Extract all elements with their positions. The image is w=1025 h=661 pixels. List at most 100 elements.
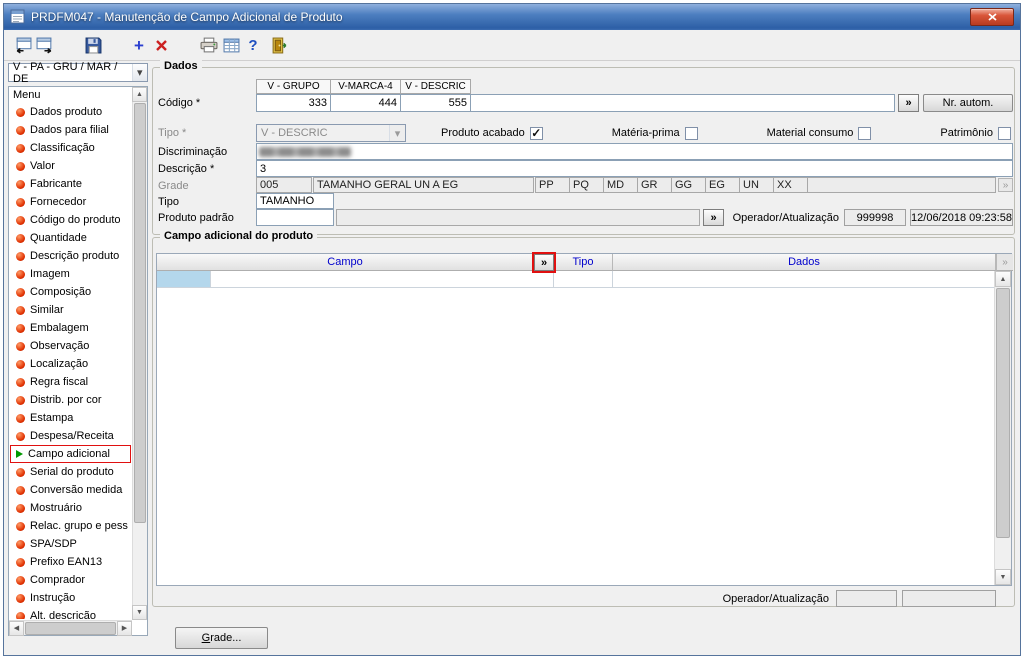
checkbox-unchecked[interactable] (684, 126, 698, 140)
menu-item-embalagem[interactable]: Embalagem (10, 319, 131, 337)
menu-item-serial-do-produto[interactable]: Serial do produto (10, 463, 131, 481)
menu-item-classificacao[interactable]: Classificação (10, 139, 131, 157)
menu-item-codigo-do-produto[interactable]: Código do produto (10, 211, 131, 229)
menu-item-despesa-receita[interactable]: Despesa/Receita (10, 427, 131, 445)
save-icon (85, 37, 101, 53)
menu-item-mostruario[interactable]: Mostruário (10, 499, 131, 517)
menu-scroll-thumb[interactable] (134, 103, 146, 523)
add-button[interactable]: + (128, 34, 150, 56)
tipo-combo-value: V - DESCRIC (261, 127, 328, 139)
menu-item-composicao[interactable]: Composição (10, 283, 131, 301)
menu-item-dados-para-filial[interactable]: Dados para filial (10, 121, 131, 139)
delete-button[interactable] (150, 34, 172, 56)
codigo-more-button[interactable]: » (898, 94, 919, 112)
menu-item-descricao-produto[interactable]: Descrição produto (10, 247, 131, 265)
checkbox-materia-prima[interactable]: Matéria-prima (612, 126, 698, 140)
menu-vertical-scrollbar[interactable]: ▲ ▼ (132, 87, 147, 620)
records-prev-button[interactable] (12, 34, 34, 56)
checkbox-produto-acabado[interactable]: Produto acabado ✓ (441, 126, 543, 140)
print-button[interactable] (198, 34, 220, 56)
scroll-up-icon[interactable]: ▲ (132, 87, 147, 102)
menu-item-prefixo-ean13[interactable]: Prefixo EAN13 (10, 553, 131, 571)
scroll-up-icon[interactable]: ▲ (995, 271, 1011, 287)
menu-item-label: Instrução (30, 592, 76, 604)
menu-item-label: Código do produto (30, 214, 121, 226)
menu-bullet-icon (16, 197, 25, 207)
grid-row[interactable] (157, 271, 1011, 288)
checkbox-label: Patrimônio (940, 127, 993, 139)
menu-item-fornecedor[interactable]: Fornecedor (10, 193, 131, 211)
grade-code-field: 005 (256, 177, 312, 193)
menu-item-fabricante[interactable]: Fabricante (10, 175, 131, 193)
codigo-descric-input[interactable]: 555 (400, 94, 471, 112)
campo-more-button[interactable]: » (532, 252, 556, 273)
produto-padrao-input[interactable] (256, 209, 334, 226)
menu-item-quantidade[interactable]: Quantidade (10, 229, 131, 247)
produto-padrao-more-button[interactable]: » (703, 209, 724, 226)
menu-item-comprador[interactable]: Comprador (10, 571, 131, 589)
checkbox-unchecked[interactable] (858, 126, 872, 140)
scroll-down-icon[interactable]: ▼ (995, 569, 1011, 585)
menu-hscroll-thumb[interactable] (25, 621, 116, 635)
checkbox-unchecked[interactable] (997, 126, 1011, 140)
close-button[interactable] (970, 8, 1014, 26)
grid-header-campo[interactable]: Campo (157, 254, 534, 271)
checkbox-patrimonio[interactable]: Patrimônio (940, 126, 1011, 140)
grade-button[interactable]: Grade... (175, 627, 268, 649)
grid-scroll-thumb[interactable] (996, 288, 1010, 538)
menu-horizontal-scrollbar[interactable]: ◀ ▶ (9, 620, 132, 636)
menu-item-instrucao[interactable]: Instrução (10, 589, 131, 607)
nr-autom-button[interactable]: Nr. autom. (923, 94, 1013, 112)
records-next-button[interactable] (34, 34, 56, 56)
grade-size-cell: EG (706, 178, 740, 192)
menu-item-label: SPA/SDP (30, 538, 77, 550)
discriminacao-input[interactable] (256, 143, 1013, 160)
grid-header-tipo[interactable]: Tipo (554, 254, 613, 271)
codigo-marca-input[interactable]: 444 (330, 94, 401, 112)
menu-item-similar[interactable]: Similar (10, 301, 131, 319)
title-bar[interactable]: PRDFM047 - Manutenção de Campo Adicional… (4, 4, 1020, 30)
codigo-grupo-input[interactable]: 333 (256, 94, 331, 112)
scroll-right-icon[interactable]: ▶ (117, 620, 132, 636)
descricao-input[interactable]: 3 (256, 160, 1013, 177)
view-selector-combo[interactable]: V - PA - GRU / MAR / DE ▾ (8, 61, 148, 85)
checkbox-checked[interactable]: ✓ (529, 126, 543, 140)
menu-bullet-icon (16, 323, 25, 333)
cell-dados[interactable] (613, 271, 996, 288)
menu-item-campo-adicional[interactable]: Campo adicional (10, 445, 131, 463)
add-icon: + (134, 35, 144, 55)
menu-item-observacao[interactable]: Observação (10, 337, 131, 355)
menu-item-valor[interactable]: Valor (10, 157, 131, 175)
menu-item-distrib-por-cor[interactable]: Distrib. por cor (10, 391, 131, 409)
menu-item-label: Embalagem (30, 322, 89, 334)
grid-body: ▲ ▼ (157, 271, 1011, 585)
menu-item-localizacao[interactable]: Localização (10, 355, 131, 373)
grid-header-dados[interactable]: Dados (613, 254, 996, 271)
menu-item-relac-grupo-e-pess[interactable]: Relac. grupo e pess (10, 517, 131, 535)
table-button[interactable] (220, 34, 242, 56)
help-button[interactable]: ? (242, 34, 264, 56)
menu-item-regra-fiscal[interactable]: Regra fiscal (10, 373, 131, 391)
scroll-down-icon[interactable]: ▼ (132, 605, 147, 620)
cell-tipo[interactable] (554, 271, 613, 288)
menu-item-imagem[interactable]: Imagem (10, 265, 131, 283)
tipo-combo-disabled: V - DESCRIC ▾ (256, 124, 406, 142)
checkbox-material-consumo[interactable]: Material consumo (767, 126, 872, 140)
close-icon (987, 13, 997, 21)
codigo-extra-input[interactable] (470, 94, 895, 112)
save-button[interactable] (82, 34, 104, 56)
menu-bullet-icon (16, 359, 25, 369)
menu-item-estampa[interactable]: Estampa (10, 409, 131, 427)
exit-button[interactable] (268, 34, 290, 56)
menu-item-dados-produto[interactable]: Dados produto (10, 103, 131, 121)
grid-vertical-scrollbar[interactable]: ▲ ▼ (994, 271, 1011, 585)
menu-bullet-icon (16, 143, 25, 153)
menu-item-spa-sdp[interactable]: SPA/SDP (10, 535, 131, 553)
menu-item-alt-descricao[interactable]: Alt. descrição (10, 607, 131, 619)
row-selector-cell[interactable] (157, 271, 211, 288)
menu-item-conversao-medida[interactable]: Conversão medida (10, 481, 131, 499)
menu-item-label: Campo adicional (28, 448, 110, 460)
tipo2-input[interactable]: TAMANHO (256, 193, 334, 209)
scroll-left-icon[interactable]: ◀ (9, 620, 24, 636)
cell-campo[interactable] (211, 271, 554, 288)
